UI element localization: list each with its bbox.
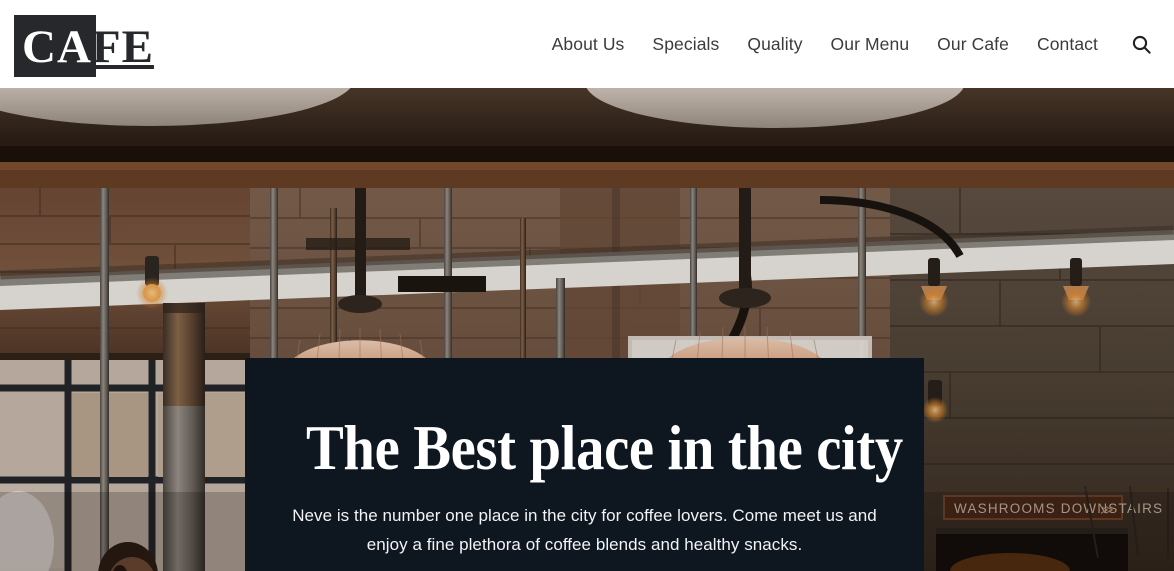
logo-text-dark-part: CA <box>22 21 92 73</box>
hero-text-panel: The Best place in the city Neve is the n… <box>245 358 924 571</box>
nav-item-contact[interactable]: Contact <box>1023 0 1112 88</box>
site-header: CAFE About Us Specials Quality Our Menu … <box>0 0 1174 88</box>
nav-item-about-us[interactable]: About Us <box>538 0 639 88</box>
site-logo[interactable]: CAFE <box>22 16 154 78</box>
search-icon[interactable] <box>1124 0 1158 88</box>
main-navigation: About Us Specials Quality Our Menu Our C… <box>538 0 1112 88</box>
nav-item-quality[interactable]: Quality <box>733 0 816 88</box>
hero-section: WASHROOMS DOWNSTAIRS ≫ GARAGE <box>0 88 1174 571</box>
nav-item-our-cafe[interactable]: Our Cafe <box>923 0 1023 88</box>
nav-item-our-menu[interactable]: Our Menu <box>817 0 924 88</box>
hero-title: The Best place in the city <box>305 413 903 483</box>
logo-text-light-part: FE <box>91 21 154 73</box>
nav-item-specials[interactable]: Specials <box>638 0 733 88</box>
hero-subtitle: Neve is the number one place in the city… <box>292 506 877 555</box>
